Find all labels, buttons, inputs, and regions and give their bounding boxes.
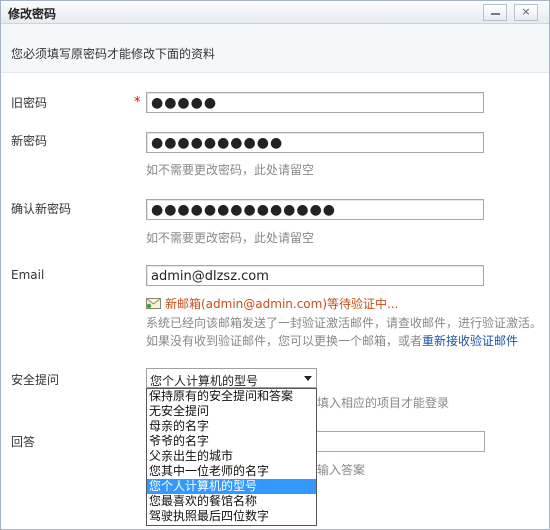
security-question-hint: 填入相应的项目才能登录 [317,396,450,410]
dropdown-option[interactable]: 父亲出生的城市 [147,449,316,464]
email-sent-text: 系统已经向该邮箱发送了一封验证激活邮件，请查收邮件，进行验证激活。 [146,316,543,330]
dropdown-option[interactable]: 您最喜欢的餐馆名称 [147,494,316,509]
answer-input[interactable] [317,431,485,452]
chevron-down-icon [304,376,312,381]
minimize-icon [490,13,500,15]
answer-hint: 输入答案 [317,463,366,477]
dropdown-option[interactable]: 爷爷的名字 [147,434,316,449]
new-password-hint: 如不需要更改密码，此处请留空 [146,163,315,177]
title-bar: 修改密码 × [1,1,549,24]
new-password-input[interactable]: ●●●●●●●●●● [146,132,484,153]
dropdown-option[interactable]: 无安全提问 [147,404,316,419]
dropdown-option-selected[interactable]: 您个人计算机的型号 [147,479,316,494]
email-alt-text: 如果没有收到验证邮件，您可以更换一个邮箱，或者重新接收验证邮件 [146,332,518,349]
notice-bar: 您必须填写原密码才能修改下面的资料 [1,24,549,73]
mail-icon [146,298,161,309]
security-question-value: 您个人计算机的型号 [150,374,259,388]
email-alt-prefix: 如果没有收到验证邮件，您可以更换一个邮箱，或者 [146,334,423,348]
old-password-label: 旧密码 [11,96,48,110]
change-password-dialog: 修改密码 × 您必须填写原密码才能修改下面的资料 旧密码 * ●●●●● 新密码… [0,0,550,530]
dropdown-option[interactable]: 保持原有的安全提问和答案 [147,389,316,404]
required-mark: * [134,95,141,110]
confirm-password-input[interactable]: ●●●●●●●●●●●●●● [146,199,484,220]
minimize-button[interactable] [483,4,507,21]
new-password-label: 新密码 [11,134,48,148]
old-password-input[interactable]: ●●●●● [146,92,484,113]
email-label: Email [11,268,45,282]
resend-verification-link[interactable]: 重新接收验证邮件 [422,334,518,348]
dialog-title: 修改密码 [8,7,57,21]
close-icon: × [521,5,531,18]
security-question-dropdown: 保持原有的安全提问和答案 无安全提问 母亲的名字 爷爷的名字 父亲出生的城市 您… [146,388,317,526]
notice-text: 您必须填写原密码才能修改下面的资料 [11,47,216,61]
confirm-password-hint: 如不需要更改密码，此处请留空 [146,231,315,245]
email-pending-text: 新邮箱(admin@admin.com)等待验证中... [165,297,399,311]
dropdown-option[interactable]: 您其中一位老师的名字 [147,464,316,479]
close-button[interactable]: × [514,4,538,21]
email-input[interactable]: admin@dlzsz.com [146,265,484,286]
email-pending-notice: 新邮箱(admin@admin.com)等待验证中... [146,295,398,312]
dropdown-option[interactable]: 母亲的名字 [147,419,316,434]
answer-label: 回答 [11,435,36,449]
security-question-label: 安全提问 [11,373,60,387]
security-question-select[interactable]: 您个人计算机的型号 [146,368,317,388]
confirm-password-label: 确认新密码 [11,202,72,216]
dropdown-option[interactable]: 驾驶执照最后四位数字 [147,509,316,524]
